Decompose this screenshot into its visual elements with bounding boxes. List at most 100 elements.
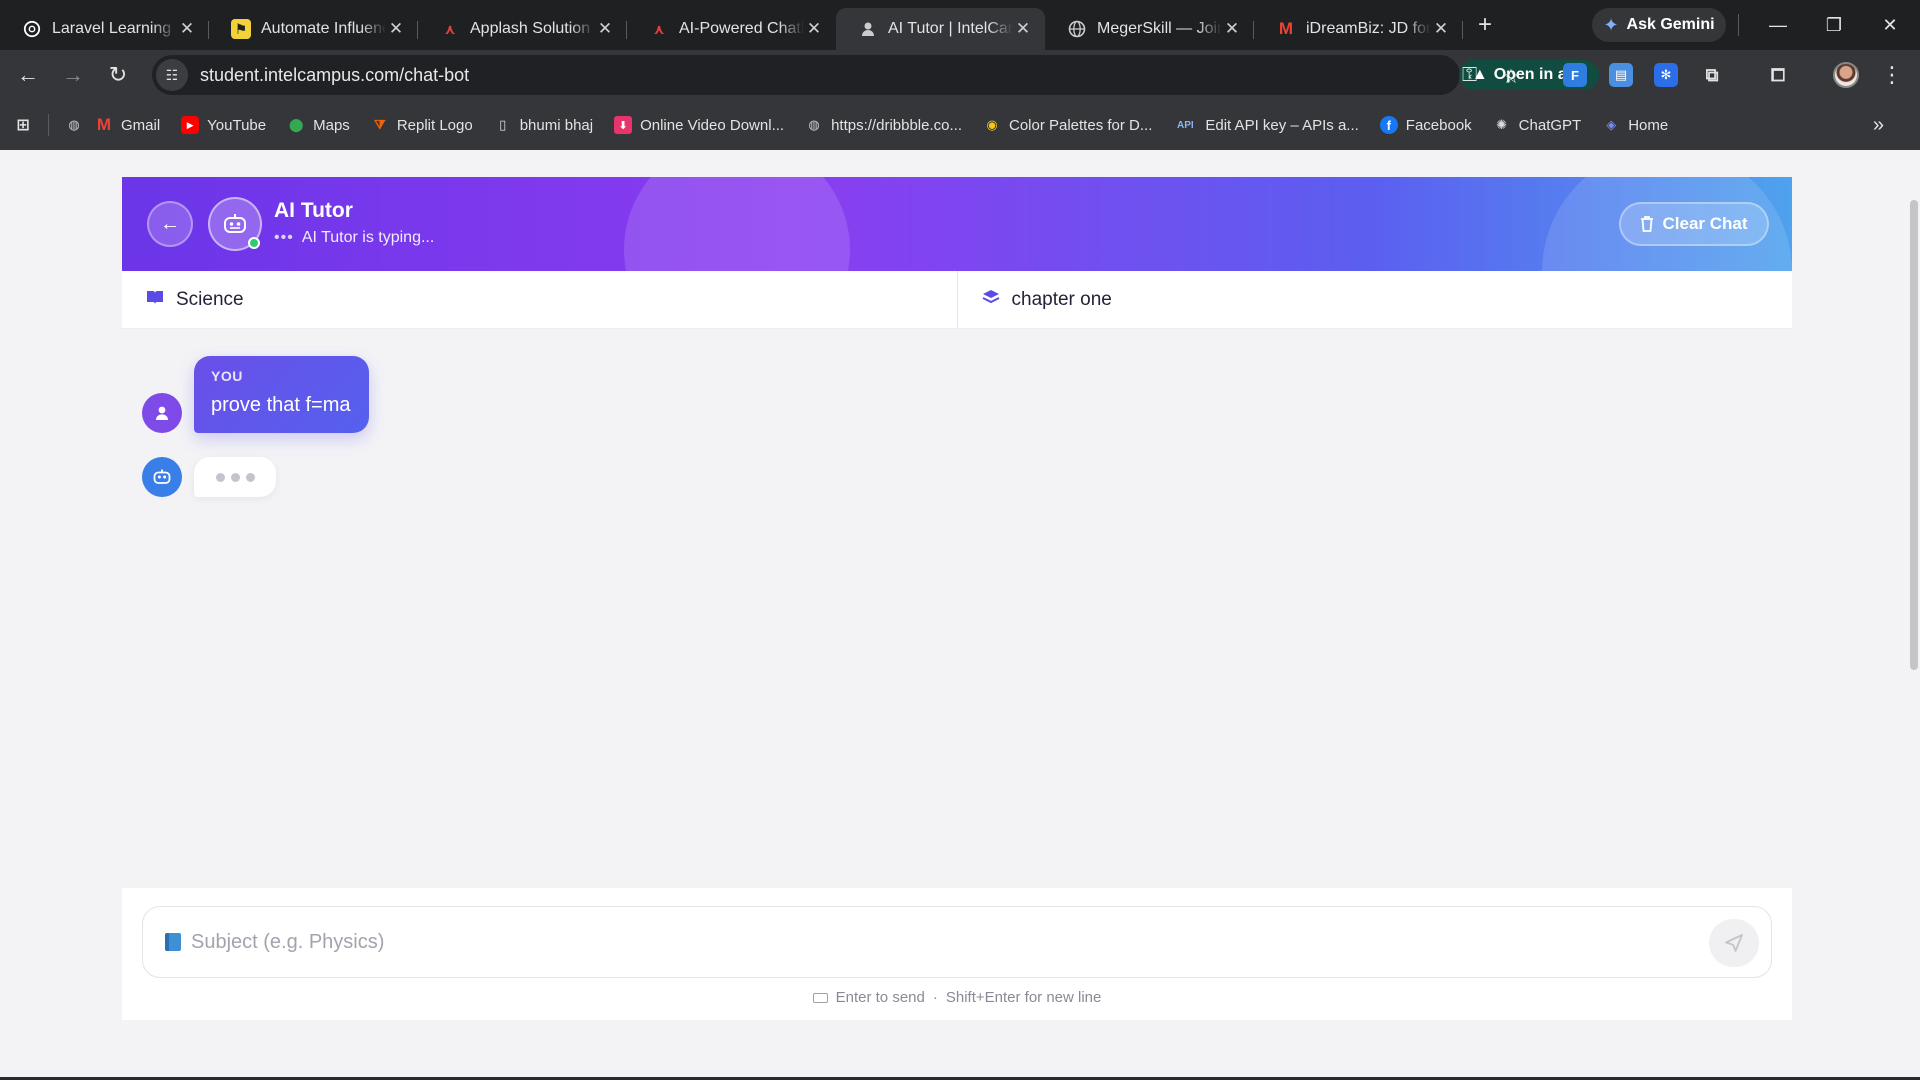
extension-icon[interactable]: ▤ — [1609, 63, 1633, 87]
browser-tab-strip: Laravel Learning - ✕ ⚑ Automate Influenc… — [0, 0, 1920, 50]
bookmark-item[interactable]: f Facebook — [1379, 116, 1472, 134]
typing-dots-icon: ••• — [274, 229, 294, 246]
robot-icon — [142, 457, 182, 497]
tab-title: Automate Influenc — [261, 20, 386, 37]
browser-tab[interactable]: ⚑ Automate Influenc ✕ — [209, 9, 418, 49]
gemini-sparkle-icon: ✦ — [1603, 14, 1619, 35]
key-icon[interactable]: ⚿ — [1462, 64, 1477, 87]
site-settings-icon[interactable]: ☷ — [156, 59, 188, 91]
bookmark-item[interactable]: ◍ https://dribbble.co... — [805, 116, 962, 134]
tab-title: Applash Solution - — [470, 20, 595, 37]
chat-title: AI Tutor — [274, 199, 353, 222]
close-tab-icon[interactable]: ✕ — [1013, 19, 1033, 39]
gemini-label: Ask Gemini — [1626, 16, 1715, 33]
subject-field: Science — [122, 271, 957, 328]
typing-dot — [215, 472, 225, 482]
menu-dots-icon[interactable]: ⋮ — [1875, 58, 1909, 92]
bookmarks-bar: ⊞ ◍ M Gmail ▶ YouTube ⬤ Maps ⧩ Replit Logo ▯… — [0, 100, 1920, 150]
chevron-double-right-icon[interactable]: » — [1873, 114, 1884, 137]
bookmark-item[interactable]: ▶ YouTube — [181, 116, 266, 134]
keyboard-icon — [812, 992, 828, 1003]
browser-tab[interactable]: Laravel Learning - ✕ — [0, 9, 209, 49]
book-icon — [146, 290, 164, 310]
close-tab-icon[interactable]: ✕ — [177, 19, 197, 39]
typing-status: ••• AI Tutor is typing... — [274, 229, 434, 247]
back-arrow-icon[interactable]: ← — [11, 58, 45, 92]
applash-icon: ⋏ — [444, 20, 456, 37]
palette-icon: ◉ — [986, 117, 998, 132]
minimize-icon[interactable]: — — [1750, 0, 1806, 50]
browser-tab[interactable]: ⋏ Applash Solution - ✕ — [418, 9, 627, 49]
close-tab-icon[interactable]: ✕ — [1431, 19, 1451, 39]
user-icon — [156, 406, 168, 420]
online-status-dot — [248, 237, 260, 249]
profile-avatar[interactable] — [1833, 62, 1859, 88]
bookmark-globe[interactable]: ◍ — [65, 116, 83, 134]
flag-icon: ⚑ — [231, 19, 251, 39]
applash-icon: ⋏ — [653, 20, 665, 37]
typing-status-text: AI Tutor is typing... — [301, 229, 435, 246]
bookmark-item[interactable]: ⬤ Maps — [287, 116, 350, 134]
bookmark-item[interactable]: ✺ ChatGPT — [1493, 116, 1581, 134]
browser-tab[interactable]: M iDreamBiz: JD for ✕ — [1254, 9, 1463, 49]
chat-input[interactable] — [191, 930, 1591, 954]
browser-tab-active[interactable]: AI Tutor | IntelCam ✕ — [836, 8, 1045, 50]
extensions-puzzle-icon[interactable]: ⧉ — [1700, 63, 1724, 87]
tab-title: MegerSkill — Join — [1097, 20, 1222, 37]
message-text: prove that f=ma — [211, 394, 351, 416]
chat-header: ← AI Tutor ••• AI Tutor is typing... Cle… — [122, 177, 1792, 271]
blue-book-icon — [165, 933, 181, 951]
back-button[interactable]: ← — [147, 201, 193, 247]
new-tab-button[interactable]: + — [1469, 11, 1501, 39]
subject-text: Science — [176, 288, 244, 310]
incognito-icon — [858, 19, 878, 39]
close-tab-icon[interactable]: ✕ — [804, 19, 824, 39]
bookmark-item[interactable]: ⬇ Online Video Downl... — [614, 116, 784, 134]
bookmark-item[interactable]: ▯ bhumi bhaj — [494, 116, 593, 134]
gmail-icon: M — [1278, 19, 1294, 38]
document-icon: ▯ — [499, 117, 507, 132]
user-message-bubble: YOU prove that f=ma — [194, 356, 369, 433]
typing-dot — [230, 472, 240, 482]
browser-tab[interactable]: ⋏ AI-Powered Chatb ✕ — [627, 9, 836, 49]
layers-icon — [982, 289, 1000, 310]
home-icon: ◈ — [1606, 117, 1617, 132]
reload-icon[interactable]: ↻ — [101, 58, 135, 92]
restore-icon[interactable]: ❐ — [1806, 0, 1862, 50]
user-message: YOU prove that f=ma — [142, 356, 369, 433]
cast-search-icon[interactable]: ⧠ — [1766, 63, 1790, 87]
maps-pin-icon: ⬤ — [288, 117, 304, 132]
clear-chat-button[interactable]: Clear Chat — [1619, 202, 1769, 246]
scrollbar-thumb[interactable] — [1910, 200, 1918, 670]
send-button[interactable] — [1709, 919, 1759, 967]
message-composer: Enter to send · Shift+Enter for new line — [122, 888, 1792, 1020]
input-container[interactable] — [142, 906, 1772, 978]
context-bar: Science chapter one — [122, 271, 1792, 329]
decorative-circle — [624, 177, 850, 271]
url-text: student.intelcampus.com/chat-bot — [200, 64, 470, 85]
hint-enter: Enter to send — [835, 989, 925, 1006]
bookmark-item[interactable]: ◈ Home — [1602, 116, 1668, 134]
star-bookmark-icon[interactable]: ☆ — [1502, 64, 1520, 89]
facebook-icon: f — [1379, 116, 1398, 134]
address-bar[interactable]: ☷ student.intelcampus.com/chat-bot ▲ Ope… — [152, 55, 1599, 95]
typing-dot — [245, 472, 255, 482]
close-tab-icon[interactable]: ✕ — [1222, 19, 1242, 39]
forward-arrow-icon[interactable]: → — [56, 58, 90, 92]
api-icon: API — [1177, 119, 1194, 131]
close-tab-icon[interactable]: ✕ — [595, 19, 615, 39]
close-window-icon[interactable]: ✕ — [1862, 0, 1918, 50]
extension-icon[interactable]: F — [1563, 63, 1587, 87]
close-tab-icon[interactable]: ✕ — [386, 19, 406, 39]
bookmark-item[interactable]: ◉ Color Palettes for D... — [983, 116, 1152, 134]
extension-icon[interactable]: ✻ — [1654, 63, 1678, 87]
apps-grid-icon[interactable]: ⊞ — [14, 116, 32, 134]
browser-tab[interactable]: MegerSkill — Join ✕ — [1045, 9, 1254, 49]
globe-icon — [1067, 19, 1087, 39]
ask-gemini-button[interactable]: ✦ Ask Gemini — [1592, 8, 1726, 42]
replit-icon: ⧩ — [374, 117, 386, 132]
bookmark-item[interactable]: M Gmail — [95, 115, 160, 134]
hint-separator: · — [932, 989, 938, 1006]
bookmark-item[interactable]: API Edit API key – APIs a... — [1173, 116, 1359, 134]
bookmark-item[interactable]: ⧩ Replit Logo — [371, 116, 473, 134]
